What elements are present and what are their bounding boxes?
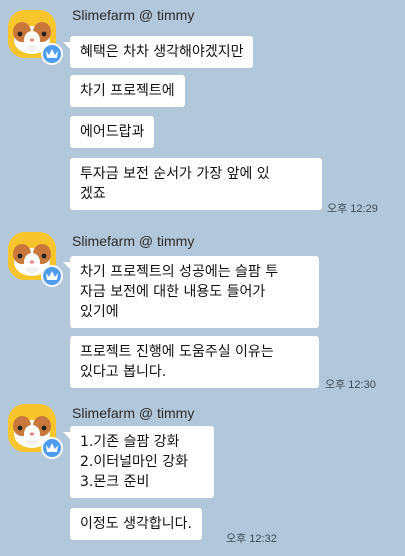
message-bubble[interactable]: 차기 프로젝트에: [70, 75, 185, 107]
sender-name: Slimefarm @ timmy: [72, 233, 195, 249]
message-bubble[interactable]: 에어드랍과: [70, 116, 155, 148]
profile-avatar[interactable]: [8, 10, 63, 65]
sender-name: Slimefarm @ timmy: [72, 405, 195, 421]
message-bubble[interactable]: 이정도 생각합니다.: [70, 508, 202, 540]
profile-avatar[interactable]: [8, 404, 63, 459]
message-bubble[interactable]: 1.기존 슬팜 강화 2.이터널마인 강화 3.몬크 준비: [63, 426, 214, 498]
message-timestamp: 오후 12:29: [327, 203, 378, 215]
chat-window: Slimefarm @ timmy 혜택은 차차 생각해야겠지만 차기 프로젝트…: [0, 0, 405, 556]
crown-badge-icon: [41, 43, 63, 65]
message-bubble[interactable]: 차기 프로젝트의 성공에는 슬팜 투 자금 보전에 대한 내용도 들어가 있기에: [63, 256, 319, 328]
crown-badge-icon: [41, 437, 63, 459]
message-timestamp: 오후 12:32: [226, 533, 277, 545]
message-bubble[interactable]: 혜택은 차차 생각해야겠지만: [62, 36, 254, 68]
message-bubble[interactable]: 프로젝트 진행에 도움주실 이유는 있다고 봅니다.: [70, 336, 319, 388]
message-timestamp: 오후 12:30: [325, 379, 376, 391]
profile-avatar[interactable]: [8, 232, 63, 287]
sender-name: Slimefarm @ timmy: [72, 7, 195, 23]
crown-badge-icon: [41, 265, 63, 287]
message-bubble[interactable]: 투자금 보전 순서가 가장 앞에 있 겠죠: [70, 158, 322, 210]
